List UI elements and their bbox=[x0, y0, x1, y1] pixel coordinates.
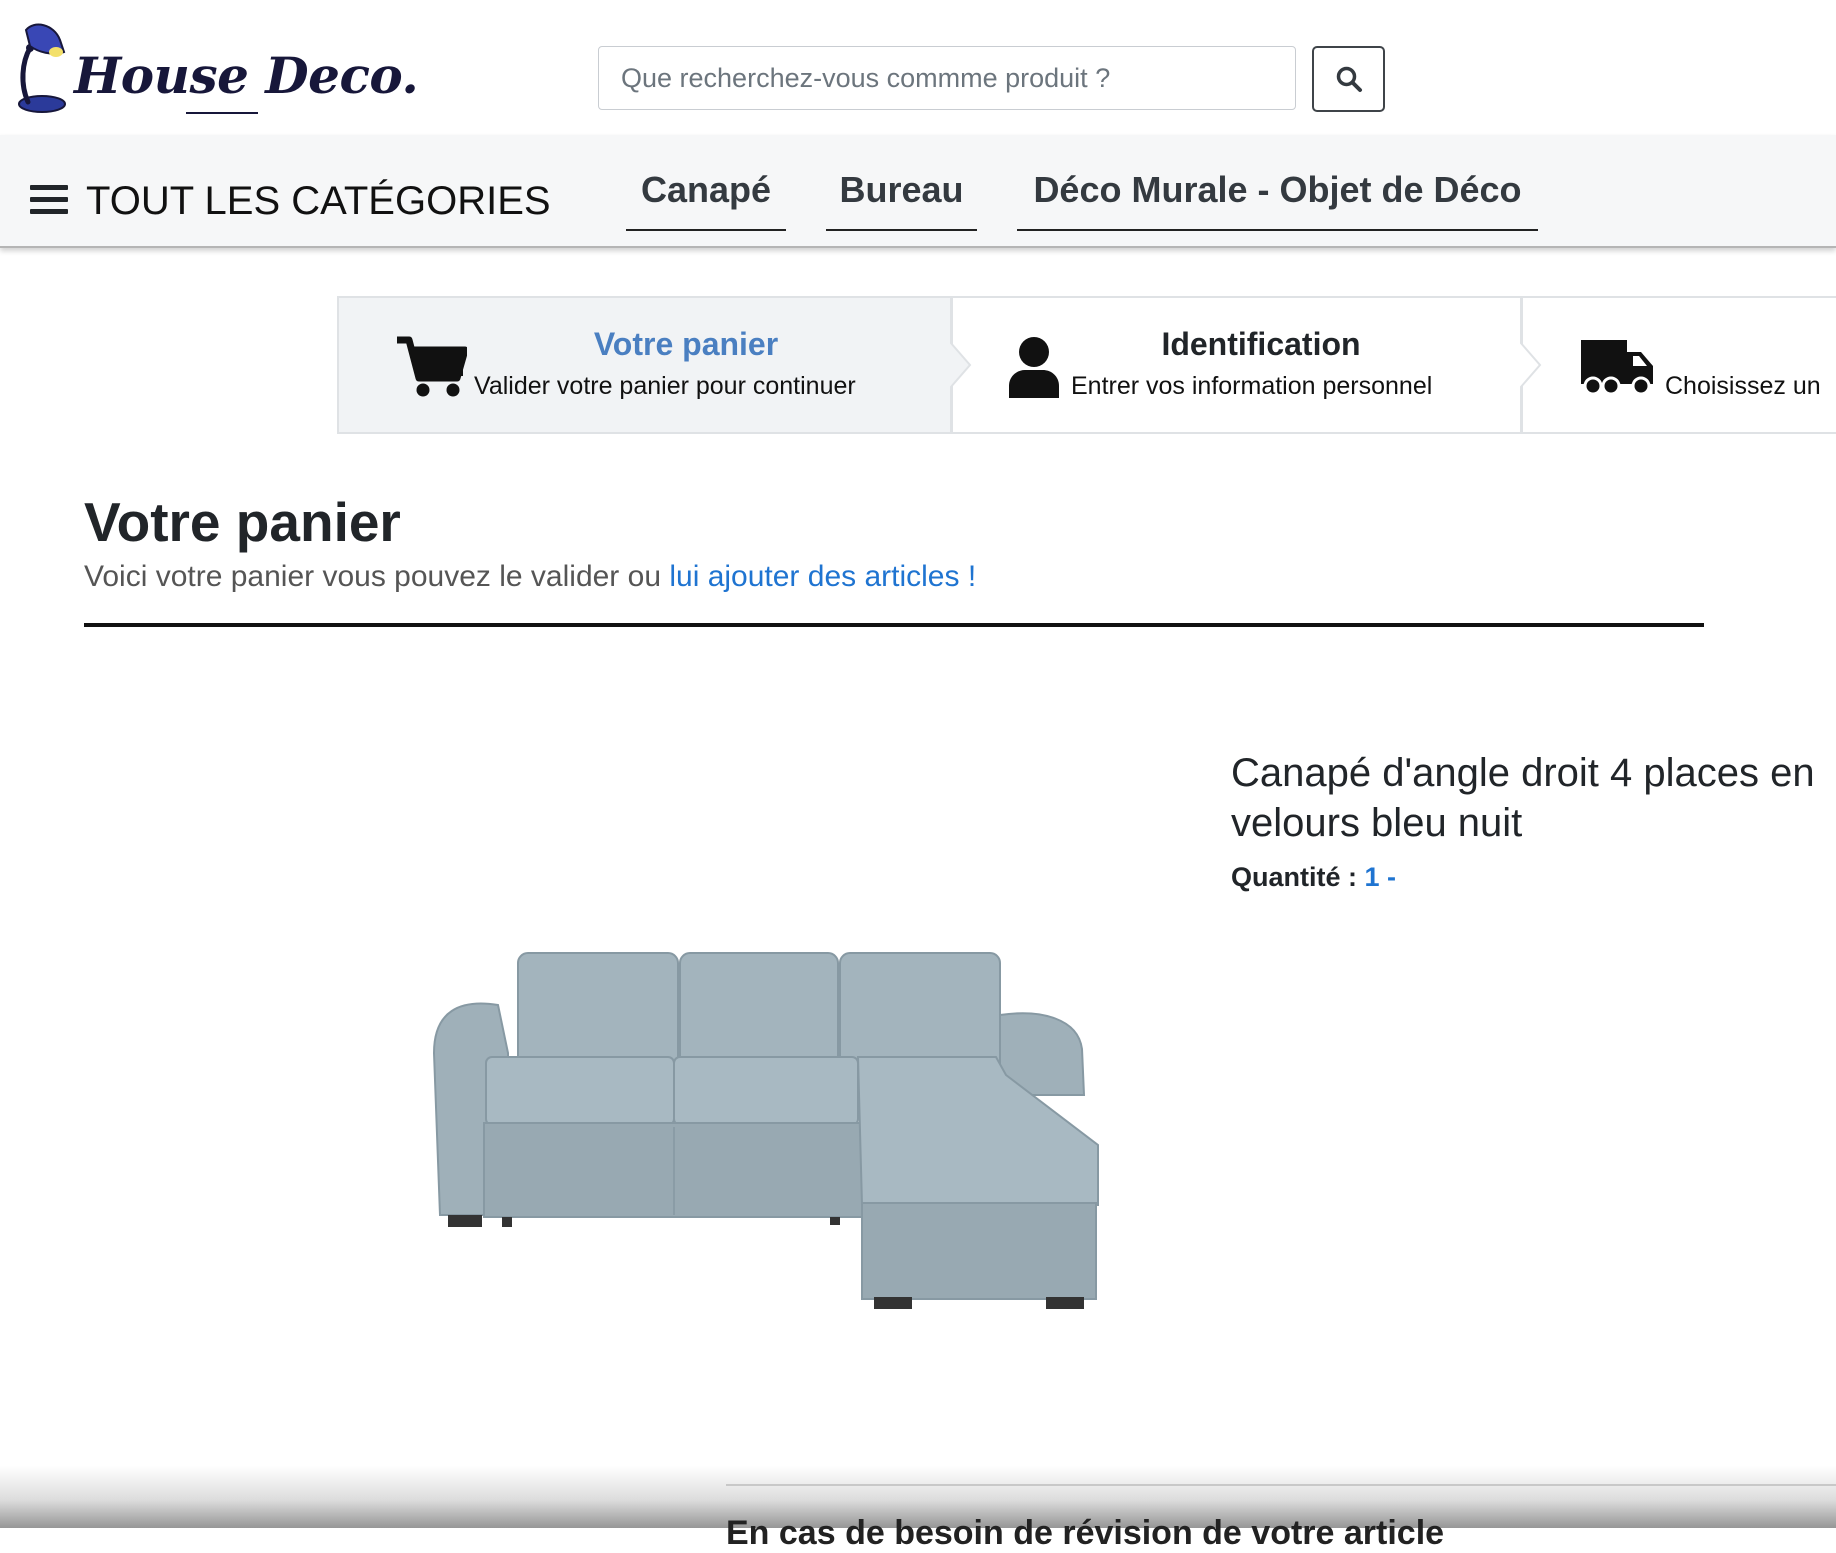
nav-link-deco-murale[interactable]: Déco Murale - Objet de Déco bbox=[1017, 165, 1538, 231]
bottom-divider bbox=[726, 1484, 1836, 1486]
sofa-image bbox=[432, 952, 1099, 1309]
nav-link-bureau[interactable]: Bureau bbox=[826, 165, 977, 231]
step-identification-subtitle: Entrer vos information personnel bbox=[1071, 372, 1433, 400]
search-input[interactable] bbox=[598, 46, 1296, 110]
product-name-line-2: velours bleu nuit bbox=[1231, 801, 1523, 845]
step-delivery-subtitle: Choisissez un bbox=[1665, 372, 1821, 400]
page-title: Votre panier bbox=[84, 491, 401, 553]
hamburger-menu-icon[interactable] bbox=[30, 183, 68, 215]
search-icon bbox=[1336, 66, 1362, 92]
cart-icon bbox=[397, 336, 467, 397]
title-divider bbox=[84, 623, 1704, 627]
step-separator-icon bbox=[950, 298, 972, 432]
logo[interactable]: House Deco. bbox=[16, 18, 419, 118]
page-subtitle-text: Voici votre panier vous pouvez le valide… bbox=[84, 560, 670, 593]
page-subtitle: Voici votre panier vous pouvez le valide… bbox=[84, 560, 976, 594]
quantity-label: Quantité : bbox=[1231, 862, 1365, 892]
step-delivery[interactable]: Choisissez un bbox=[1521, 298, 1836, 432]
product-name[interactable]: Canapé d'angle droit 4 places en velours… bbox=[1231, 748, 1815, 848]
nav-link-canape[interactable]: Canapé bbox=[626, 165, 786, 231]
category-navbar: TOUT LES CATÉGORIES Canapé Bureau Déco M… bbox=[0, 135, 1836, 248]
quantity-value[interactable]: 1 - bbox=[1365, 862, 1397, 892]
bottom-partial-text: En cas de besoin de révision de votre ar… bbox=[726, 1514, 1445, 1552]
add-articles-link[interactable]: lui ajouter des articles ! bbox=[669, 560, 976, 593]
product-image[interactable] bbox=[430, 945, 1106, 1313]
logo-underline bbox=[186, 112, 258, 114]
step-identification-title: Identification bbox=[1161, 326, 1361, 362]
step-separator-icon bbox=[1520, 298, 1542, 432]
checkout-stepper: Votre panier Valider votre panier pour c… bbox=[337, 296, 1836, 434]
search-button[interactable] bbox=[1312, 46, 1385, 112]
step-cart-title: Votre panier bbox=[593, 326, 779, 362]
step-cart[interactable]: Votre panier Valider votre panier pour c… bbox=[339, 298, 951, 432]
quantity: Quantité : 1 - bbox=[1231, 862, 1396, 893]
step-identification[interactable]: Identification Entrer vos information pe… bbox=[951, 298, 1523, 432]
lamp-logo-icon bbox=[18, 23, 66, 113]
logo-text: House Deco. bbox=[74, 46, 419, 105]
truck-icon bbox=[1581, 340, 1653, 396]
step-cart-subtitle: Valider votre panier pour continuer bbox=[474, 372, 856, 400]
header: House Deco. bbox=[0, 0, 1836, 135]
all-categories-label[interactable]: TOUT LES CATÉGORIES bbox=[86, 179, 551, 224]
user-icon bbox=[1009, 337, 1059, 398]
product-name-line-1: Canapé d'angle droit 4 places en bbox=[1231, 751, 1815, 795]
